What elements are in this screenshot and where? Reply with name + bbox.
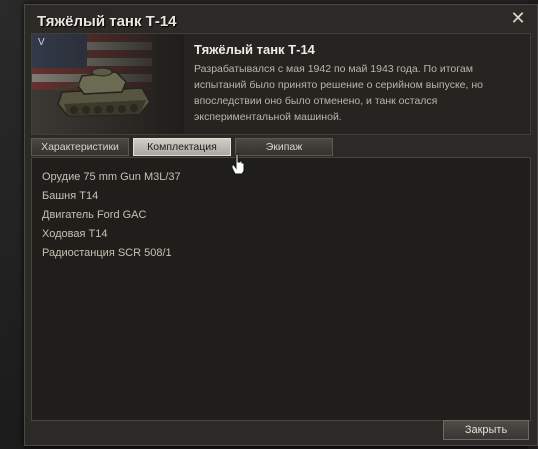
close-icon[interactable]: ✕ [509, 9, 527, 27]
background-left-panel [0, 0, 24, 449]
tank-name: Тяжёлый танк Т-14 [194, 42, 315, 57]
tank-description: Разрабатывался с мая 1942 по май 1943 го… [194, 63, 483, 123]
tank-image [55, 67, 151, 117]
tank-info-window: Тяжёлый танк Т-14 ✕ V Тяжёлый танк Т-14 … [24, 4, 538, 446]
equipment-suspension: Ходовая T14 [42, 228, 108, 240]
tab-crew[interactable]: Экипаж [235, 138, 333, 156]
hand-cursor-icon [231, 153, 245, 175]
equipment-panel: Орудие 75 mm Gun M3L/37 Башня T14 Двигат… [31, 157, 531, 421]
equipment-engine: Двигатель Ford GAC [42, 209, 147, 221]
equipment-turret: Башня T14 [42, 190, 99, 202]
equipment-radio: Радиостанция SCR 508/1 [42, 247, 172, 259]
window-title: Тяжёлый танк Т-14 [37, 13, 177, 30]
tier-label: V [38, 37, 45, 48]
close-button[interactable]: Закрыть [443, 420, 529, 440]
tab-equipment[interactable]: Комплектация [133, 138, 231, 156]
equipment-list: Орудие 75 mm Gun M3L/37 Башня T14 Двигат… [42, 168, 181, 263]
tab-characteristics[interactable]: Характеристики [31, 138, 129, 156]
tab-bar: Характеристики Комплектация Экипаж [31, 138, 529, 156]
tank-card: V [32, 34, 184, 134]
tank-header-panel: V Тяжёлый танк Т-14 Разрабатывался с мая… [31, 33, 531, 135]
equipment-gun: Орудие 75 mm Gun M3L/37 [42, 171, 181, 183]
